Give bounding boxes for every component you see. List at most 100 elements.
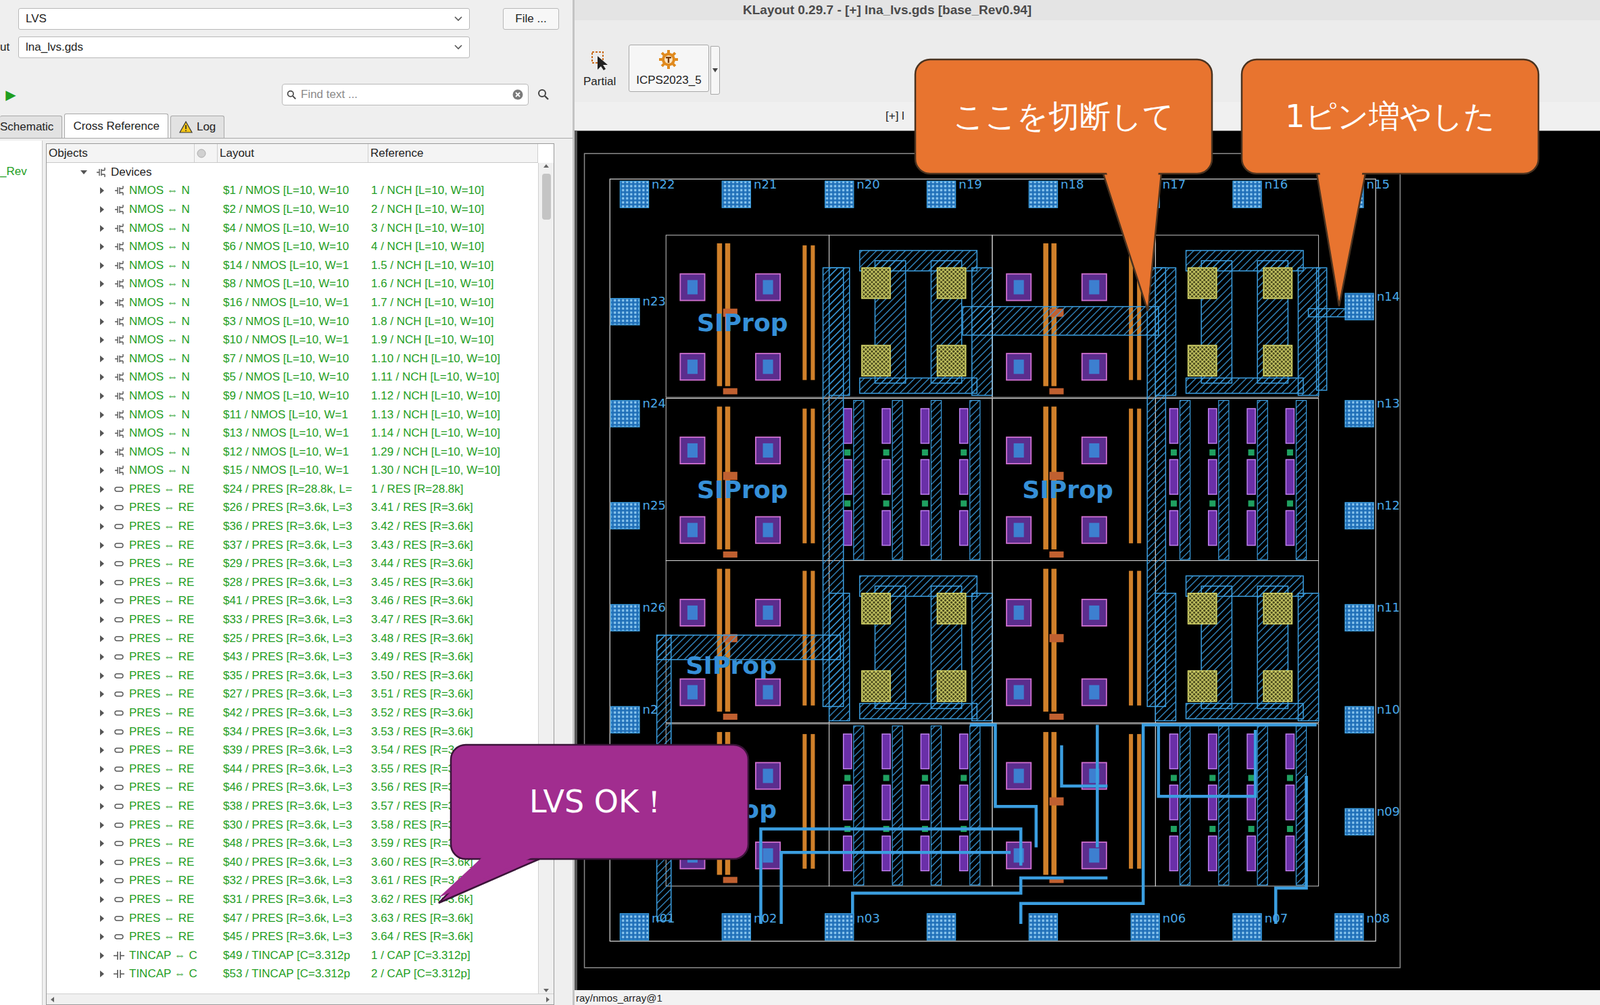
device-row[interactable]: PRES ⇔ RE$37 / PRES [R=3.6k, L=33.43 / R… xyxy=(46,536,539,555)
device-row[interactable]: PRES ⇔ RE$46 / PRES [R=3.6k, L=33.56 / R… xyxy=(46,778,539,798)
device-row[interactable]: PRES ⇔ RE$44 / PRES [R=3.6k, L=33.55 / R… xyxy=(46,759,539,779)
collapsed-icon[interactable] xyxy=(98,597,106,605)
clear-icon[interactable] xyxy=(511,88,524,101)
find-field[interactable]: Find text ... xyxy=(281,83,529,106)
collapsed-icon[interactable] xyxy=(98,672,106,680)
device-row[interactable]: PRES ⇔ RE$45 / PRES [R=3.6k, L=33.64 / R… xyxy=(46,927,539,947)
device-row[interactable]: NMOS ⇔ N$2 / NMOS [L=10, W=102 / NCH [L=… xyxy=(46,200,539,220)
device-row[interactable]: PRES ⇔ RE$40 / PRES [R=3.6k, L=33.60 / R… xyxy=(46,853,539,872)
device-row[interactable]: NMOS ⇔ N$5 / NMOS [L=10, W=101.11 / NCH … xyxy=(46,368,539,388)
device-row[interactable]: NMOS ⇔ N$1 / NMOS [L=10, W=101 / NCH [L=… xyxy=(46,181,539,201)
collapsed-icon[interactable] xyxy=(98,821,106,829)
collapsed-icon[interactable] xyxy=(98,411,106,419)
collapsed-icon[interactable] xyxy=(98,560,106,568)
collapsed-icon[interactable] xyxy=(98,803,106,810)
collapsed-icon[interactable] xyxy=(98,392,106,400)
device-row[interactable]: NMOS ⇔ N$8 / NMOS [L=10, W=101.6 / NCH [… xyxy=(46,275,539,295)
collapsed-icon[interactable] xyxy=(98,262,106,270)
layout-view[interactable]: SIPropSIPropSIPropSIPropSIPropn22n21n20n… xyxy=(574,130,1600,991)
collapsed-icon[interactable] xyxy=(98,915,106,923)
expanded-icon[interactable] xyxy=(80,168,88,176)
device-row[interactable]: PRES ⇔ RE$47 / PRES [R=3.6k, L=33.63 / R… xyxy=(46,909,539,929)
collapsed-icon[interactable] xyxy=(98,299,106,307)
collapsed-icon[interactable] xyxy=(98,542,106,549)
scroll-left-icon[interactable] xyxy=(49,996,57,1004)
device-row[interactable]: PRES ⇔ RE$39 / PRES [R=3.6k, L=33.54 / R… xyxy=(46,740,539,760)
device-row[interactable]: PRES ⇔ RE$42 / PRES [R=3.6k, L=33.52 / R… xyxy=(46,703,539,723)
collapsed-icon[interactable] xyxy=(98,467,106,474)
collapsed-icon[interactable] xyxy=(98,635,106,643)
macro-menu-button[interactable] xyxy=(710,45,720,95)
device-row[interactable]: TINCAP ⇔ C$49 / TINCAP [C=3.312p1 / CAP … xyxy=(46,946,539,966)
device-row[interactable]: PRES ⇔ RE$31 / PRES [R=3.6k, L=33.62 / R… xyxy=(46,890,539,910)
column-header[interactable]: Reference xyxy=(368,143,539,163)
device-row[interactable]: NMOS ⇔ N$3 / NMOS [L=10, W=101.8 / NCH [… xyxy=(46,312,539,332)
device-row[interactable]: PRES ⇔ RE$41 / PRES [R=3.6k, L=33.46 / R… xyxy=(46,592,539,612)
device-row[interactable]: NMOS ⇔ N$16 / NMOS [L=10, W=11.7 / NCH [… xyxy=(46,293,539,313)
collapsed-icon[interactable] xyxy=(98,746,106,754)
device-row[interactable]: PRES ⇔ RE$32 / PRES [R=3.6k, L=33.61 / R… xyxy=(46,871,539,891)
vertical-scrollbar[interactable] xyxy=(538,162,554,994)
layout-select[interactable]: lna_lvs.gds xyxy=(18,36,470,59)
collapsed-icon[interactable] xyxy=(98,952,106,960)
device-row[interactable]: PRES ⇔ RE$43 / PRES [R=3.6k, L=33.49 / R… xyxy=(46,647,539,667)
collapsed-icon[interactable] xyxy=(98,970,106,978)
collapsed-icon[interactable] xyxy=(98,616,106,624)
file-button[interactable]: File ... xyxy=(502,8,560,30)
collapsed-icon[interactable] xyxy=(98,709,106,717)
collapsed-icon[interactable] xyxy=(98,765,106,773)
device-row[interactable]: NMOS ⇔ N$13 / NMOS [L=10, W=11.14 / NCH … xyxy=(46,423,539,443)
search-icon[interactable] xyxy=(537,88,550,101)
device-row[interactable]: PRES ⇔ RE$36 / PRES [R=3.6k, L=33.42 / R… xyxy=(46,517,539,537)
device-row[interactable]: TINCAP ⇔ C$53 / TINCAP [C=3.312p2 / CAP … xyxy=(46,965,539,985)
device-row[interactable]: NMOS ⇔ N$10 / NMOS [L=10, W=11.9 / NCH [… xyxy=(46,330,539,350)
scroll-right-icon[interactable] xyxy=(544,996,551,1004)
device-row[interactable]: PRES ⇔ RE$30 / PRES [R=3.6k, L=33.58 / R… xyxy=(46,815,539,835)
device-row[interactable]: NMOS ⇔ N$12 / NMOS [L=10, W=11.29 / NCH … xyxy=(46,442,539,462)
horizontal-scrollbar[interactable] xyxy=(46,993,554,1005)
collapsed-icon[interactable] xyxy=(98,504,106,512)
collapsed-icon[interactable] xyxy=(98,280,106,288)
collapsed-icon[interactable] xyxy=(98,877,106,885)
column-header[interactable]: Layout xyxy=(217,143,369,163)
device-row[interactable]: PRES ⇔ RE$48 / PRES [R=3.6k, L=33.59 / R… xyxy=(46,834,539,854)
device-row[interactable]: PRES ⇔ RE$24 / PRES [R=28.8k, L=1 / RES … xyxy=(46,479,539,499)
device-row[interactable]: NMOS ⇔ N$14 / NMOS [L=10, W=11.5 / NCH [… xyxy=(46,256,539,276)
collapsed-icon[interactable] xyxy=(98,243,106,251)
collapsed-icon[interactable] xyxy=(98,373,106,381)
device-row[interactable]: PRES ⇔ RE$33 / PRES [R=3.6k, L=33.47 / R… xyxy=(46,610,539,630)
tab[interactable]: Schematic xyxy=(0,115,63,138)
collapsed-icon[interactable] xyxy=(98,206,106,213)
partial-button[interactable]: Partial xyxy=(575,44,624,94)
status-column-header[interactable] xyxy=(194,143,218,163)
collapsed-icon[interactable] xyxy=(98,429,106,437)
collapsed-icon[interactable] xyxy=(98,225,106,232)
device-row[interactable]: PRES ⇔ RE$25 / PRES [R=3.6k, L=33.48 / R… xyxy=(46,629,539,649)
device-row[interactable]: NMOS ⇔ N$6 / NMOS [L=10, W=104 / NCH [L=… xyxy=(46,237,539,257)
layout-canvas[interactable]: SIPropSIPropSIPropSIPropSIPropn22n21n20n… xyxy=(577,131,1600,991)
collapsed-icon[interactable] xyxy=(98,355,106,363)
device-row[interactable]: PRES ⇔ RE$28 / PRES [R=3.6k, L=33.45 / R… xyxy=(46,573,539,593)
device-row[interactable]: PRES ⇔ RE$35 / PRES [R=3.6k, L=33.50 / R… xyxy=(46,666,539,686)
device-row[interactable]: NMOS ⇔ N$11 / NMOS [L=10, W=11.13 / NCH … xyxy=(46,405,539,425)
device-row[interactable]: PRES ⇔ RE$26 / PRES [R=3.6k, L=33.41 / R… xyxy=(46,498,539,518)
column-header[interactable]: Objects xyxy=(46,143,195,163)
collapsed-icon[interactable] xyxy=(98,933,106,941)
collapsed-icon[interactable] xyxy=(98,840,106,847)
device-row[interactable]: NMOS ⇔ N$7 / NMOS [L=10, W=101.10 / NCH … xyxy=(46,349,539,369)
collapsed-icon[interactable] xyxy=(98,728,106,736)
device-row[interactable]: NMOS ⇔ N$4 / NMOS [L=10, W=103 / NCH [L=… xyxy=(46,219,539,238)
collapsed-icon[interactable] xyxy=(98,579,106,587)
tab[interactable]: Cross Reference xyxy=(64,113,169,138)
collapsed-icon[interactable] xyxy=(98,486,106,493)
collapsed-icon[interactable] xyxy=(98,187,106,195)
collapsed-icon[interactable] xyxy=(98,336,106,344)
scroll-thumb[interactable] xyxy=(542,173,551,220)
collapsed-icon[interactable] xyxy=(98,859,106,866)
collapsed-icon[interactable] xyxy=(98,318,106,326)
run-button[interactable]: ▶ xyxy=(2,86,19,103)
device-row[interactable]: PRES ⇔ RE$38 / PRES [R=3.6k, L=33.57 / R… xyxy=(46,796,539,816)
collapsed-icon[interactable] xyxy=(98,784,106,791)
collapsed-icon[interactable] xyxy=(98,690,106,698)
tab[interactable]: Log xyxy=(170,115,225,138)
